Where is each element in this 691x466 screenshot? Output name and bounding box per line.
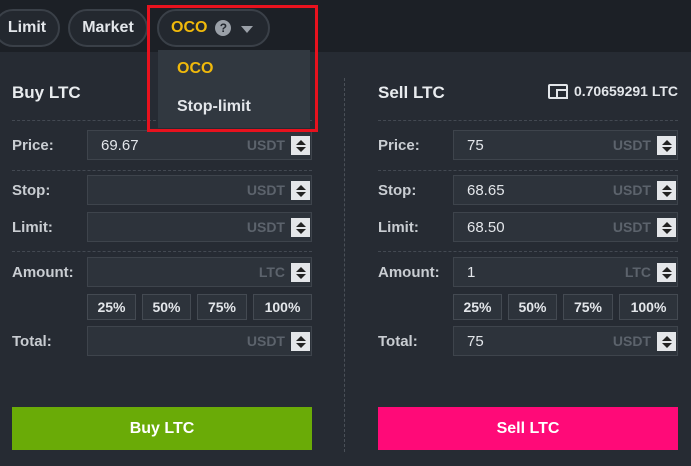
buy-percent-50[interactable]: 50% <box>142 294 191 320</box>
buy-price-label: Price: <box>12 137 54 154</box>
sell-price-input[interactable]: 75 USDT <box>453 130 678 160</box>
sell-total-value: 75 <box>467 332 484 350</box>
buy-limit-input[interactable]: USDT <box>87 212 312 242</box>
buy-limit-label: Limit: <box>12 219 53 236</box>
buy-limit-unit: USDT <box>246 219 285 235</box>
sell-price-value: 75 <box>467 136 484 154</box>
highlight-box <box>147 5 318 132</box>
spinner-arrows-icon[interactable] <box>291 218 310 237</box>
sell-percent-75[interactable]: 75% <box>563 294 613 320</box>
divider <box>378 120 678 121</box>
sell-price-label: Price: <box>378 137 420 154</box>
spinner-arrows-icon[interactable] <box>657 332 676 351</box>
buy-stop-label: Stop: <box>12 182 51 199</box>
buy-total-input[interactable]: USDT <box>87 326 312 356</box>
sell-panel-title: Sell LTC <box>378 83 445 102</box>
divider <box>378 251 678 252</box>
buy-percent-100[interactable]: 100% <box>253 294 312 320</box>
buy-stop-input[interactable]: USDT <box>87 175 312 205</box>
spinner-arrows-icon[interactable] <box>291 263 310 282</box>
buy-percent-25[interactable]: 25% <box>87 294 136 320</box>
buy-price-input[interactable]: 69.67 USDT <box>87 130 312 160</box>
tab-market[interactable]: Market <box>68 9 148 47</box>
sell-limit-input[interactable]: 68.50 USDT <box>453 212 678 242</box>
sell-stop-input[interactable]: 68.65 USDT <box>453 175 678 205</box>
sell-stop-value: 68.65 <box>467 181 505 199</box>
sell-amount-input[interactable]: 1 LTC <box>453 257 678 287</box>
sell-percent-100[interactable]: 100% <box>619 294 678 320</box>
buy-ltc-button[interactable]: Buy LTC <box>12 407 312 450</box>
tab-limit[interactable]: Limit <box>0 9 60 47</box>
buy-price-value: 69.67 <box>101 136 139 154</box>
spinner-arrows-icon[interactable] <box>657 263 676 282</box>
sell-stop-label: Stop: <box>378 182 417 199</box>
buy-amount-input[interactable]: LTC <box>87 257 312 287</box>
sell-total-label: Total: <box>378 333 418 350</box>
sell-limit-unit: USDT <box>612 219 651 235</box>
sell-percent-25[interactable]: 25% <box>453 294 502 320</box>
sell-amount-label: Amount: <box>378 264 440 281</box>
buy-price-unit: USDT <box>246 137 285 153</box>
sell-price-unit: USDT <box>612 137 651 153</box>
sell-limit-value: 68.50 <box>467 218 505 236</box>
panel-divider <box>344 78 345 452</box>
spinner-arrows-icon[interactable] <box>657 181 676 200</box>
spinner-arrows-icon[interactable] <box>291 332 310 351</box>
divider <box>12 170 312 171</box>
divider <box>378 170 678 171</box>
wallet-icon <box>547 83 568 99</box>
sell-total-unit: USDT <box>612 333 651 349</box>
sell-percent-50[interactable]: 50% <box>508 294 557 320</box>
sell-limit-label: Limit: <box>378 219 419 236</box>
buy-panel-title: Buy LTC <box>12 83 81 102</box>
sell-amount-value: 1 <box>467 263 476 281</box>
buy-total-unit: USDT <box>246 333 285 349</box>
buy-stop-unit: USDT <box>246 182 285 198</box>
sell-ltc-button[interactable]: Sell LTC <box>378 407 678 450</box>
sell-amount-unit: LTC <box>624 264 651 280</box>
buy-amount-label: Amount: <box>12 264 74 281</box>
sell-balance: 0.70659291 LTC <box>547 83 678 99</box>
buy-percent-75[interactable]: 75% <box>197 294 247 320</box>
buy-amount-unit: LTC <box>258 264 285 280</box>
spinner-arrows-icon[interactable] <box>291 181 310 200</box>
buy-total-label: Total: <box>12 333 52 350</box>
sell-stop-unit: USDT <box>612 182 651 198</box>
spinner-arrows-icon[interactable] <box>657 218 676 237</box>
sell-total-input[interactable]: 75 USDT <box>453 326 678 356</box>
balance-value: 0.70659291 LTC <box>573 83 678 99</box>
spinner-arrows-icon[interactable] <box>657 136 676 155</box>
divider <box>12 251 312 252</box>
spinner-arrows-icon[interactable] <box>291 136 310 155</box>
